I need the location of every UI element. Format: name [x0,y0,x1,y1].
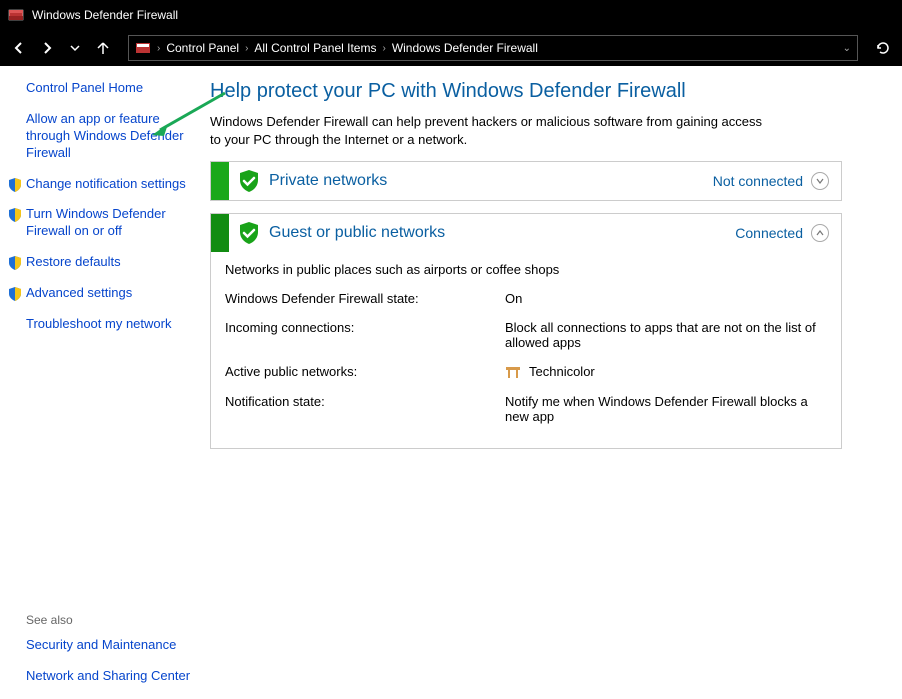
incoming-connections-value: Block all connections to apps that are n… [505,320,827,350]
firewall-state-row: Windows Defender Firewall state: On [225,291,827,306]
private-networks-panel: Private networks Not connected [210,161,842,201]
active-networks-row: Active public networks: Technicolor [225,364,827,380]
see-also-network-sharing[interactable]: Network and Sharing Center [26,668,200,685]
collapse-icon [811,224,829,242]
see-also-heading: See also [26,613,200,627]
active-network-name: Technicolor [529,364,595,379]
breadcrumb-item[interactable]: Windows Defender Firewall [392,41,538,55]
sidebar-link-turn-on-off[interactable]: Turn Windows Defender Firewall on or off [26,206,200,240]
sidebar-link-allow-app[interactable]: Allow an app or feature through Windows … [26,111,200,162]
page-description: Windows Defender Firewall can help preve… [210,113,770,149]
public-networks-panel: Guest or public networks Connected Netwo… [210,213,842,449]
firewall-state-value: On [505,291,827,306]
chevron-right-icon: › [157,43,160,54]
notification-state-row: Notification state: Notify me when Windo… [225,394,827,424]
control-panel-icon [135,40,151,56]
shield-check-icon [237,221,261,245]
firewall-app-icon [8,7,24,23]
page-title: Help protect your PC with Windows Defend… [210,80,842,103]
sidebar-link-notification-settings[interactable]: Change notification settings [26,176,200,193]
shield-icon [8,287,22,301]
notification-state-label: Notification state: [225,394,505,424]
chevron-down-icon[interactable]: ⌄ [843,43,851,54]
public-networks-status: Connected [735,225,803,241]
status-colorbar [211,214,229,252]
active-networks-label: Active public networks: [225,364,505,380]
main-panel: Help protect your PC with Windows Defend… [210,80,902,699]
breadcrumb-item[interactable]: Control Panel [166,41,239,55]
shield-check-icon [237,169,261,193]
window-title: Windows Defender Firewall [32,8,178,22]
firewall-state-label: Windows Defender Firewall state: [225,291,505,306]
sidebar-item-label: Turn Windows Defender Firewall on or off [26,206,166,238]
shield-icon [8,208,22,222]
private-networks-header[interactable]: Private networks Not connected [211,162,841,200]
active-networks-value: Technicolor [505,364,827,380]
public-networks-desc: Networks in public places such as airpor… [225,262,827,277]
sidebar: Control Panel Home Allow an app or featu… [0,80,210,699]
private-networks-label: Private networks [269,172,713,190]
public-networks-body: Networks in public places such as airpor… [211,252,841,448]
private-networks-status: Not connected [713,173,803,189]
up-button[interactable] [92,37,114,59]
sidebar-link-restore-defaults[interactable]: Restore defaults [26,254,200,271]
control-panel-home-link[interactable]: Control Panel Home [26,80,200,97]
shield-icon [8,256,22,270]
shield-icon [8,178,22,192]
chevron-right-icon: › [382,43,385,54]
chevron-right-icon: › [245,43,248,54]
navbar: › Control Panel › All Control Panel Item… [0,30,902,66]
address-bar[interactable]: › Control Panel › All Control Panel Item… [128,35,858,61]
bench-icon [505,364,521,380]
recent-button[interactable] [64,37,86,59]
status-colorbar [211,162,229,200]
content-area: Control Panel Home Allow an app or featu… [0,66,902,699]
back-button[interactable] [8,37,30,59]
incoming-connections-row: Incoming connections: Block all connecti… [225,320,827,350]
sidebar-item-label: Change notification settings [26,176,186,191]
expand-icon [811,172,829,190]
sidebar-link-advanced-settings[interactable]: Advanced settings [26,285,200,302]
sidebar-link-troubleshoot[interactable]: Troubleshoot my network [26,316,200,333]
public-networks-label: Guest or public networks [269,224,735,242]
breadcrumb-item[interactable]: All Control Panel Items [254,41,376,55]
titlebar: Windows Defender Firewall [0,0,902,30]
incoming-connections-label: Incoming connections: [225,320,505,350]
refresh-button[interactable] [872,37,894,59]
public-networks-header[interactable]: Guest or public networks Connected [211,214,841,252]
sidebar-item-label: Restore defaults [26,254,121,269]
see-also-security[interactable]: Security and Maintenance [26,637,200,654]
notification-state-value: Notify me when Windows Defender Firewall… [505,394,827,424]
forward-button[interactable] [36,37,58,59]
sidebar-item-label: Advanced settings [26,285,132,300]
